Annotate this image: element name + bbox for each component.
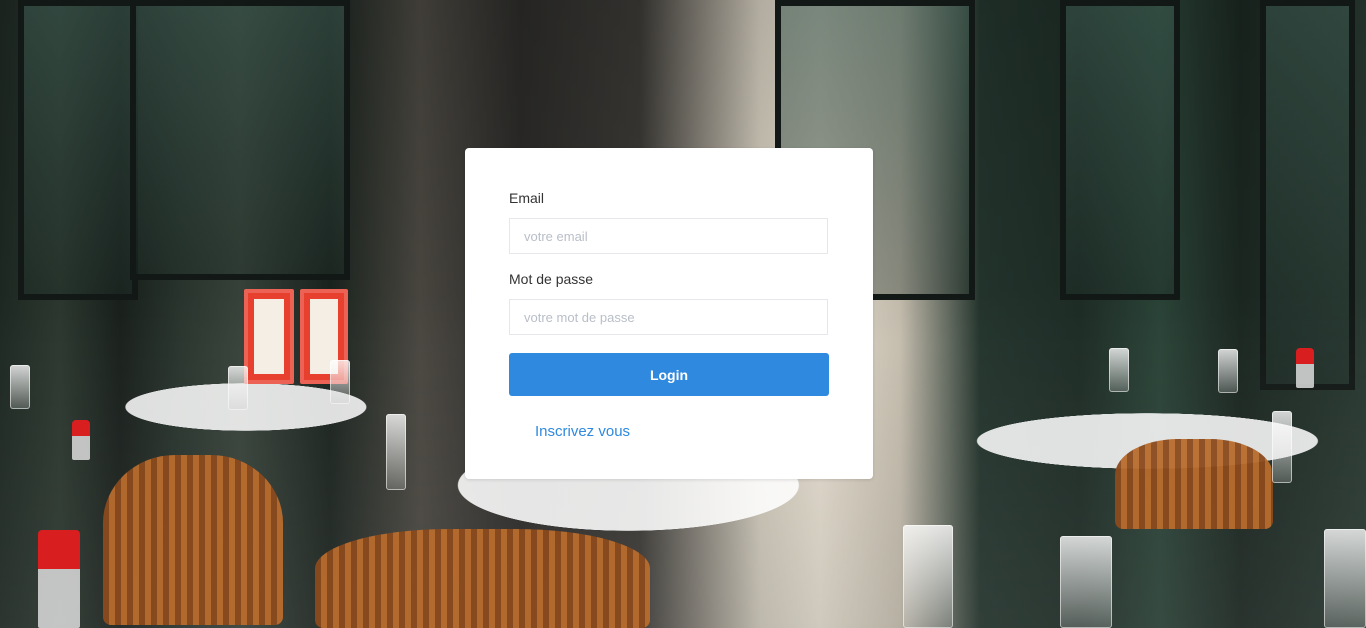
background-window-left-center: [130, 0, 350, 280]
glass-bottom-right-2: [1060, 536, 1112, 628]
red-salt-shaker-right: [1296, 348, 1314, 388]
restaurant-menu-card-left: [244, 289, 294, 384]
password-label: Mot de passe: [509, 271, 594, 287]
password-input[interactable]: [509, 299, 828, 335]
wooden-chair-center: [315, 529, 650, 628]
glass-left-2: [228, 366, 248, 410]
red-salt-shaker-left: [72, 420, 90, 460]
login-page: Email Mot de passe Login Inscrivez vous: [0, 0, 1366, 628]
red-salt-shaker-bottom-left: [38, 530, 80, 628]
glass-right-1: [1109, 348, 1129, 392]
wooden-chair-right: [1115, 439, 1273, 529]
glass-left-3: [330, 360, 350, 404]
glass-left-1: [10, 365, 30, 409]
glass-bottom-right-1: [903, 525, 953, 628]
glass-right-3: [1272, 411, 1292, 483]
signup-link[interactable]: Inscrivez vous: [535, 423, 630, 440]
glass-center-1: [386, 414, 406, 490]
glass-bottom-right-3: [1324, 529, 1366, 628]
email-label: Email: [509, 190, 545, 206]
login-button[interactable]: Login: [509, 353, 829, 396]
wooden-chair-left: [103, 455, 283, 625]
menu-card-paper: [254, 299, 284, 374]
glass-right-2: [1218, 349, 1238, 393]
background-window-right: [1060, 0, 1180, 300]
background-window-left: [18, 0, 138, 300]
login-card: Email Mot de passe Login Inscrivez vous: [465, 148, 873, 479]
email-input[interactable]: [509, 218, 828, 254]
